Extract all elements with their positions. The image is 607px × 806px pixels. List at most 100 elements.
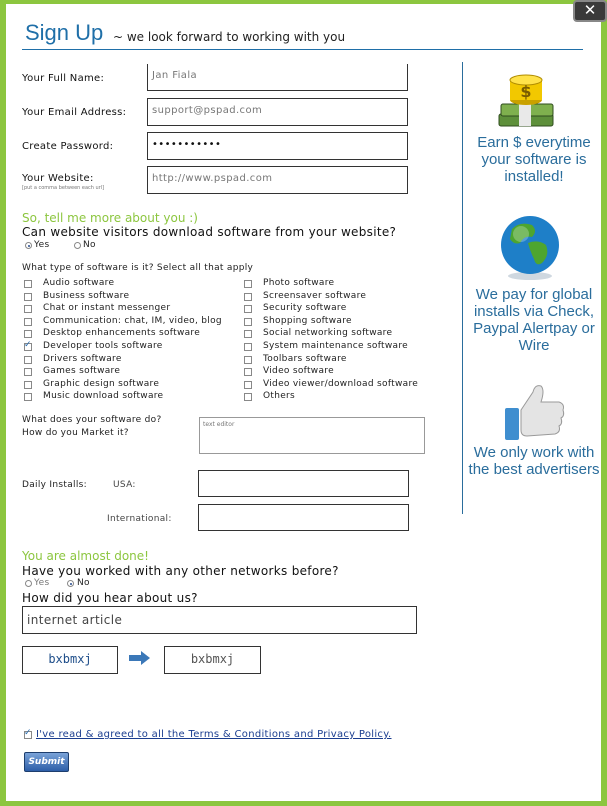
promo-earn-text: Earn $ everytime your software is instal… (477, 134, 591, 185)
software-type-item[interactable]: Developer tools software (24, 340, 239, 354)
download-yes-radio[interactable] (25, 242, 32, 249)
software-type-checkbox[interactable] (24, 355, 32, 364)
market-textarea[interactable]: text editor (199, 417, 425, 454)
software-type-checkbox[interactable] (244, 280, 252, 288)
globe-icon (501, 216, 559, 280)
international-installs-field[interactable] (198, 504, 409, 531)
software-type-item[interactable]: Screensaver software (244, 291, 454, 304)
software-type-label: Others (263, 391, 296, 402)
software-type-checkbox[interactable] (244, 292, 252, 301)
software-type-checkbox[interactable] (244, 330, 252, 339)
name-label: Your Full Name: (22, 73, 105, 84)
software-type-checkbox[interactable] (24, 330, 32, 339)
name-field[interactable]: Jan Fiala (147, 64, 408, 91)
software-type-item[interactable]: Chat or instant messenger (24, 303, 239, 316)
software-type-checkbox[interactable] (24, 380, 32, 389)
arrow-right-icon (129, 651, 150, 665)
software-type-label: Drivers software (43, 353, 122, 364)
software-type-label: Video viewer/download software (263, 378, 419, 389)
password-label: Create Password: (22, 141, 114, 152)
password-field[interactable]: ••••••••••• (147, 132, 408, 160)
software-type-checkbox[interactable] (244, 380, 252, 389)
software-type-label: Audio software (43, 278, 115, 288)
software-types-right: Photo software Screensaver software Securi… (244, 278, 454, 404)
software-type-label: Video software (263, 366, 334, 377)
software-type-item[interactable]: System maintenance software (244, 341, 454, 354)
international-label: International: (107, 514, 172, 524)
email-label: Your Email Address: (22, 107, 127, 118)
software-type-label: Photo software (263, 278, 335, 288)
email-field[interactable]: support@pspad.com (147, 98, 408, 126)
software-type-label: Shopping software (263, 315, 352, 326)
terms-checkbox[interactable] (24, 728, 32, 739)
website-field[interactable]: http://www.pspad.com (147, 166, 408, 194)
software-type-label: Developer tools software (43, 340, 163, 351)
download-question: Can website visitors download software f… (22, 225, 397, 239)
software-type-checkbox[interactable] (24, 317, 32, 326)
software-type-checkbox[interactable] (244, 355, 252, 364)
software-type-item[interactable]: Security software (244, 303, 454, 316)
about-section-title: So, tell me more about you :) (22, 211, 198, 225)
software-type-item[interactable]: Communication: chat, IM, video, blog (24, 316, 239, 329)
title-divider (22, 49, 583, 50)
software-type-label: Toolbars software (263, 353, 347, 364)
software-type-item[interactable]: Games software (24, 366, 239, 379)
captcha-input[interactable]: bxbmxj (164, 646, 261, 674)
finish-section-title: You are almost done! (22, 549, 149, 563)
software-type-item[interactable]: Video viewer/download software (244, 379, 454, 392)
svg-text:$: $ (520, 82, 531, 101)
software-type-label: Graphic design software (43, 378, 160, 389)
software-type-item[interactable]: Photo software (244, 278, 454, 291)
software-type-label: Games software (43, 366, 121, 377)
software-type-checkbox[interactable] (24, 292, 32, 301)
software-type-item[interactable]: Shopping software (244, 316, 454, 329)
software-type-item[interactable]: Desktop enhancements software (24, 328, 239, 341)
software-type-label: Business software (43, 290, 130, 301)
software-type-label: Chat or instant messenger (43, 303, 171, 314)
page-subtitle: ~ we look forward to working with you (113, 30, 346, 44)
software-type-item[interactable]: Business software (24, 291, 239, 304)
download-no-radio[interactable] (74, 242, 81, 249)
software-type-checkbox[interactable] (24, 340, 32, 351)
thumbs-up-icon (505, 385, 565, 440)
networks-no-radio[interactable] (67, 580, 74, 587)
software-type-checkbox[interactable] (244, 393, 252, 402)
software-type-item[interactable]: Toolbars software (244, 354, 454, 367)
software-type-checkbox[interactable] (244, 342, 252, 351)
submit-button[interactable]: Submit (24, 752, 69, 772)
software-type-item[interactable]: Drivers software (24, 354, 239, 367)
software-types-left: Audio software Business software Chat or i… (24, 278, 239, 404)
usa-label: USA: (113, 480, 136, 490)
software-type-label: System maintenance software (263, 340, 408, 351)
software-type-item[interactable]: Music download software (24, 391, 239, 404)
software-type-checkbox[interactable] (244, 305, 252, 314)
installs-label: Daily Installs: (22, 480, 87, 490)
software-type-label: Communication: chat, IM, video, blog (43, 315, 222, 326)
networks-yes-radio[interactable] (25, 580, 32, 587)
download-yes-label: Yes (34, 240, 50, 250)
market-label-2: How do you Market it? (22, 428, 129, 438)
software-type-item[interactable]: Graphic design software (24, 379, 239, 392)
usa-installs-field[interactable] (198, 470, 409, 497)
market-placeholder: text editor (203, 421, 235, 428)
website-label: Your Website: (22, 173, 94, 184)
software-type-item[interactable]: Others (244, 391, 454, 404)
software-type-item[interactable]: Social networking software (244, 328, 454, 341)
money-stack-icon: $ (498, 74, 554, 127)
software-type-checkbox[interactable] (24, 368, 32, 377)
software-type-checkbox[interactable] (244, 317, 252, 326)
types-question: What type of software is it? Select all … (22, 263, 254, 273)
website-hint: [put a comma between each url] (22, 185, 105, 191)
software-type-checkbox[interactable] (244, 368, 252, 377)
software-type-checkbox[interactable] (24, 305, 32, 314)
hear-field[interactable]: internet article (22, 606, 417, 634)
software-type-checkbox[interactable] (24, 280, 32, 288)
software-type-checkbox[interactable] (24, 393, 32, 402)
promo-advertisers-text: We only work with the best advertisers (468, 444, 600, 478)
software-type-item[interactable]: Video software (244, 366, 454, 379)
software-type-item[interactable]: Audio software (24, 278, 239, 291)
captcha-image: bxbmxj (22, 646, 118, 674)
software-type-label: Security software (263, 303, 347, 314)
terms-link[interactable]: I've read & agreed to all the Terms & Co… (36, 729, 392, 740)
close-button[interactable]: ✕ (573, 0, 607, 22)
